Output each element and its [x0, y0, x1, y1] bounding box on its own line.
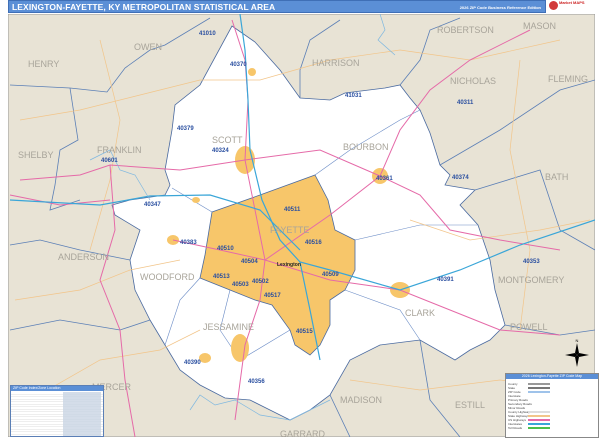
zip-table-title: ZIP Code Index/Zone Location	[11, 386, 103, 391]
zip-label: 40502	[252, 279, 269, 285]
zip-label: 40311	[457, 100, 474, 106]
map-title-bar: LEXINGTON-FAYETTE, KY METROPOLITAN STATI…	[8, 0, 546, 13]
publisher-logo: Market MAPS	[548, 0, 600, 13]
legend-swatch	[528, 423, 550, 425]
county-label: GARRARD	[280, 429, 326, 437]
zip-label: 40356	[248, 379, 265, 385]
map-legend: 2026 Lexington-Fayette ZIP Code Map Coun…	[505, 373, 599, 438]
zip-label: 40504	[241, 259, 258, 265]
county-label: FAYETTE	[270, 225, 309, 235]
zip-label: 40511	[284, 207, 301, 213]
county-label: MADISON	[340, 395, 382, 405]
city-label-lexington: Lexington	[277, 262, 301, 268]
county-label: BOURBON	[343, 142, 389, 152]
zip-code-index-table: ZIP Code Index/Zone Location	[10, 385, 104, 437]
county-label: FLEMING	[548, 74, 588, 84]
zip-label: 40515	[296, 329, 313, 335]
county-label: ESTILL	[455, 400, 485, 410]
zip-label: 40516	[305, 240, 322, 246]
zip-label: 40391	[437, 277, 454, 283]
county-label: HARRISON	[312, 58, 360, 68]
zip-label: 40347	[144, 202, 161, 208]
county-label: MASON	[523, 21, 556, 31]
zip-label: 40390	[184, 360, 201, 366]
zip-label: 40324	[212, 148, 229, 154]
legend-swatch	[528, 411, 550, 413]
zip-label: 40370	[230, 62, 247, 68]
zip-label: 40510	[217, 246, 234, 252]
zip-label: 40517	[264, 293, 281, 299]
county-label: SCOTT	[212, 135, 243, 145]
legend-item: Toll Roads	[508, 426, 523, 430]
logo-icon	[549, 1, 558, 10]
legend-swatch	[528, 383, 550, 385]
zip-label: 40513	[213, 274, 230, 280]
legend-swatch	[528, 427, 550, 429]
county-label: POWELL	[510, 322, 548, 332]
county-label: ANDERSON	[58, 252, 109, 262]
county-label: MONTGOMERY	[498, 275, 564, 285]
edition-label: 2026 ZIP Code Business Reference Edition	[459, 5, 541, 10]
zip-table-shaded-columns	[63, 392, 101, 436]
zip-label: 40374	[452, 175, 469, 181]
map-title: LEXINGTON-FAYETTE, KY METROPOLITAN STATI…	[12, 2, 276, 12]
county-label: HENRY	[28, 59, 59, 69]
county-label: FRANKLIN	[97, 145, 142, 155]
zip-label: 40383	[180, 240, 197, 246]
compass-north-label: N	[576, 338, 579, 343]
logo-text: Market MAPS	[559, 0, 585, 5]
county-label: CLARK	[405, 308, 435, 318]
zip-label: 41031	[345, 93, 362, 99]
legend-title: 2026 Lexington-Fayette ZIP Code Map	[506, 374, 598, 379]
legend-swatch	[528, 419, 550, 421]
county-label: OWEN	[134, 42, 162, 52]
legend-swatch	[528, 415, 550, 417]
zip-label: 40361	[376, 176, 393, 182]
legend-swatch	[528, 391, 550, 393]
county-label: ROBERTSON	[437, 25, 494, 35]
zip-label: 40503	[232, 282, 249, 288]
zip-label: 40601	[101, 158, 118, 164]
zip-label: 40379	[177, 126, 194, 132]
county-label: JESSAMINE	[203, 322, 254, 332]
legend-swatch	[528, 387, 550, 389]
zip-label: 40353	[523, 259, 540, 265]
zip-label: 41010	[199, 31, 216, 37]
county-label: SHELBY	[18, 150, 54, 160]
county-label: NICHOLAS	[450, 76, 496, 86]
county-label: BATH	[545, 172, 568, 182]
zip-label: 40509	[322, 272, 339, 278]
county-label: WOODFORD	[140, 272, 195, 282]
